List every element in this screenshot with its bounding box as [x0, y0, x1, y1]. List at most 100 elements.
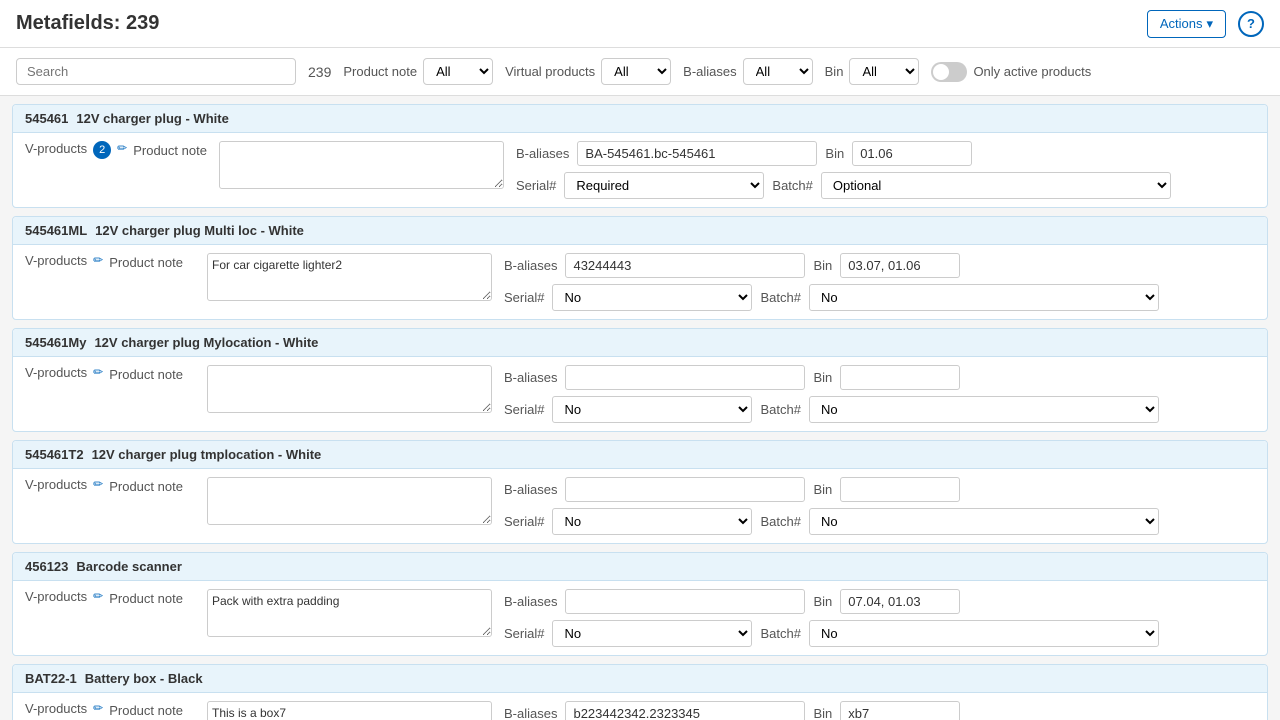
note-textarea[interactable] — [207, 477, 492, 525]
product-header: 545461My12V charger plug Mylocation - Wh… — [13, 329, 1267, 357]
batch-label: Batch# — [760, 626, 800, 641]
product-note-field-label: Product note — [109, 703, 183, 718]
product-id: BAT22-1 — [25, 671, 77, 686]
v-products-section: V-products ✏ Product note — [25, 701, 195, 718]
virtual-products-select[interactable]: All — [601, 58, 671, 85]
search-input[interactable] — [16, 58, 296, 85]
product-fields: V-products ✏ Product note B-aliases Bin … — [13, 581, 1267, 655]
product-fields: V-products ✏ Product note B-aliases Bin … — [13, 245, 1267, 319]
edit-icon[interactable]: ✏ — [93, 253, 103, 267]
b-aliases-input[interactable] — [565, 701, 805, 720]
bin-input[interactable] — [840, 701, 960, 720]
help-button[interactable]: ? — [1238, 11, 1264, 37]
serial-label: Serial# — [516, 178, 556, 193]
product-name: 12V charger plug Multi loc - White — [95, 223, 304, 238]
actions-button[interactable]: Actions ▾ — [1147, 10, 1226, 38]
product-block: BAT22-1Battery box - Black V-products ✏ … — [12, 664, 1268, 720]
v-products-label: V-products — [25, 141, 87, 156]
b-aliases-input[interactable] — [565, 477, 805, 502]
note-textarea-wrap — [219, 141, 504, 189]
right-fields: B-aliases Bin Serial# NoRequiredOptional… — [504, 701, 1255, 720]
product-name: Barcode scanner — [76, 559, 182, 574]
right-fields: B-aliases Bin Serial# NoRequiredOptional… — [516, 141, 1255, 199]
note-textarea[interactable] — [207, 701, 492, 720]
edit-icon[interactable]: ✏ — [93, 365, 103, 379]
note-textarea-wrap — [207, 477, 492, 525]
b-aliases-field-label: B-aliases — [504, 370, 557, 385]
v-products-label: V-products — [25, 589, 87, 604]
v-products-section: V-products ✏ Product note — [25, 253, 195, 270]
edit-icon[interactable]: ✏ — [117, 141, 127, 155]
top-right: Actions ▾ ? — [1147, 10, 1264, 38]
b-aliases-input[interactable] — [577, 141, 817, 166]
b-aliases-field-label: B-aliases — [504, 258, 557, 273]
product-name: 12V charger plug Mylocation - White — [94, 335, 318, 350]
help-icon: ? — [1247, 16, 1255, 31]
bin-select[interactable]: All — [849, 58, 919, 85]
product-header: 545461ML 12V charger plug Multi loc - Whi… — [13, 217, 1267, 245]
batch-select[interactable]: NoRequiredOptional — [809, 284, 1159, 311]
page-title: Metafields: 239 — [16, 12, 159, 35]
note-textarea[interactable] — [207, 253, 492, 301]
bin-field-label: Bin — [813, 370, 832, 385]
bin-input[interactable] — [840, 365, 960, 390]
aliases-bin-row: B-aliases Bin — [504, 701, 1255, 720]
serial-batch-row: Serial# NoRequiredOptional Batch# NoRequ… — [504, 508, 1255, 535]
batch-label: Batch# — [760, 290, 800, 305]
batch-label: Batch# — [772, 178, 812, 193]
active-products-toggle[interactable] — [931, 62, 967, 82]
product-block: 545461ML 12V charger plug Multi loc - Whi… — [12, 216, 1268, 320]
edit-icon[interactable]: ✏ — [93, 589, 103, 603]
b-aliases-input[interactable] — [565, 253, 805, 278]
serial-select[interactable]: NoRequiredOptional — [552, 620, 752, 647]
note-textarea[interactable] — [219, 141, 504, 189]
product-name: 12V charger plug tmplocation - White — [92, 447, 322, 462]
edit-icon[interactable]: ✏ — [93, 477, 103, 491]
serial-batch-row: Serial# NoRequiredOptional Batch# NoRequ… — [504, 620, 1255, 647]
product-note-label: Product note — [343, 64, 417, 79]
serial-label: Serial# — [504, 626, 544, 641]
batch-select[interactable]: NoRequiredOptional — [809, 396, 1159, 423]
bin-input[interactable] — [840, 253, 960, 278]
note-textarea[interactable] — [207, 589, 492, 637]
serial-select[interactable]: NoRequiredOptional — [552, 508, 752, 535]
v-products-label: V-products — [25, 365, 87, 380]
bin-input[interactable] — [840, 589, 960, 614]
product-block: 54546112V charger plug - White V-product… — [12, 104, 1268, 208]
b-aliases-field-label: B-aliases — [504, 594, 557, 609]
v-products-section: V-products ✏ Product note — [25, 477, 195, 494]
product-fields: V-products ✏ Product note B-aliases Bin … — [13, 469, 1267, 543]
edit-icon[interactable]: ✏ — [93, 701, 103, 715]
batch-select[interactable]: NoRequiredOptional — [809, 508, 1159, 535]
bin-input[interactable] — [840, 477, 960, 502]
v-products-section: V-products ✏ Product note — [25, 589, 195, 606]
serial-batch-row: Serial# NoRequiredOptional Batch# NoRequ… — [504, 284, 1255, 311]
serial-batch-row: Serial# NoRequiredOptional Batch# NoRequ… — [516, 172, 1255, 199]
b-aliases-input[interactable] — [565, 589, 805, 614]
b-aliases-field-label: B-aliases — [516, 146, 569, 161]
right-fields: B-aliases Bin Serial# NoRequiredOptional… — [504, 365, 1255, 423]
bin-input[interactable] — [852, 141, 972, 166]
product-block: 545461My12V charger plug Mylocation - Wh… — [12, 328, 1268, 432]
serial-select[interactable]: NoRequiredOptional — [564, 172, 764, 199]
top-bar: Metafields: 239 Actions ▾ ? — [0, 0, 1280, 48]
note-textarea-wrap — [207, 365, 492, 413]
note-textarea-wrap — [207, 701, 492, 720]
batch-select[interactable]: NoRequiredOptional — [809, 620, 1159, 647]
b-aliases-select[interactable]: All — [743, 58, 813, 85]
count-badge: 239 — [308, 64, 331, 80]
serial-label: Serial# — [504, 514, 544, 529]
bin-field-label: Bin — [813, 482, 832, 497]
batch-select[interactable]: NoRequiredOptional — [821, 172, 1171, 199]
product-note-select[interactable]: All — [423, 58, 493, 85]
product-id: 545461ML — [25, 223, 87, 238]
b-aliases-input[interactable] — [565, 365, 805, 390]
aliases-bin-row: B-aliases Bin — [504, 365, 1255, 390]
serial-select[interactable]: NoRequiredOptional — [552, 284, 752, 311]
serial-select[interactable]: NoRequiredOptional — [552, 396, 752, 423]
b-aliases-label: B-aliases — [683, 64, 736, 79]
product-note-field-label: Product note — [109, 367, 183, 382]
virtual-products-label: Virtual products — [505, 64, 595, 79]
content-area: 54546112V charger plug - White V-product… — [0, 96, 1280, 720]
note-textarea[interactable] — [207, 365, 492, 413]
